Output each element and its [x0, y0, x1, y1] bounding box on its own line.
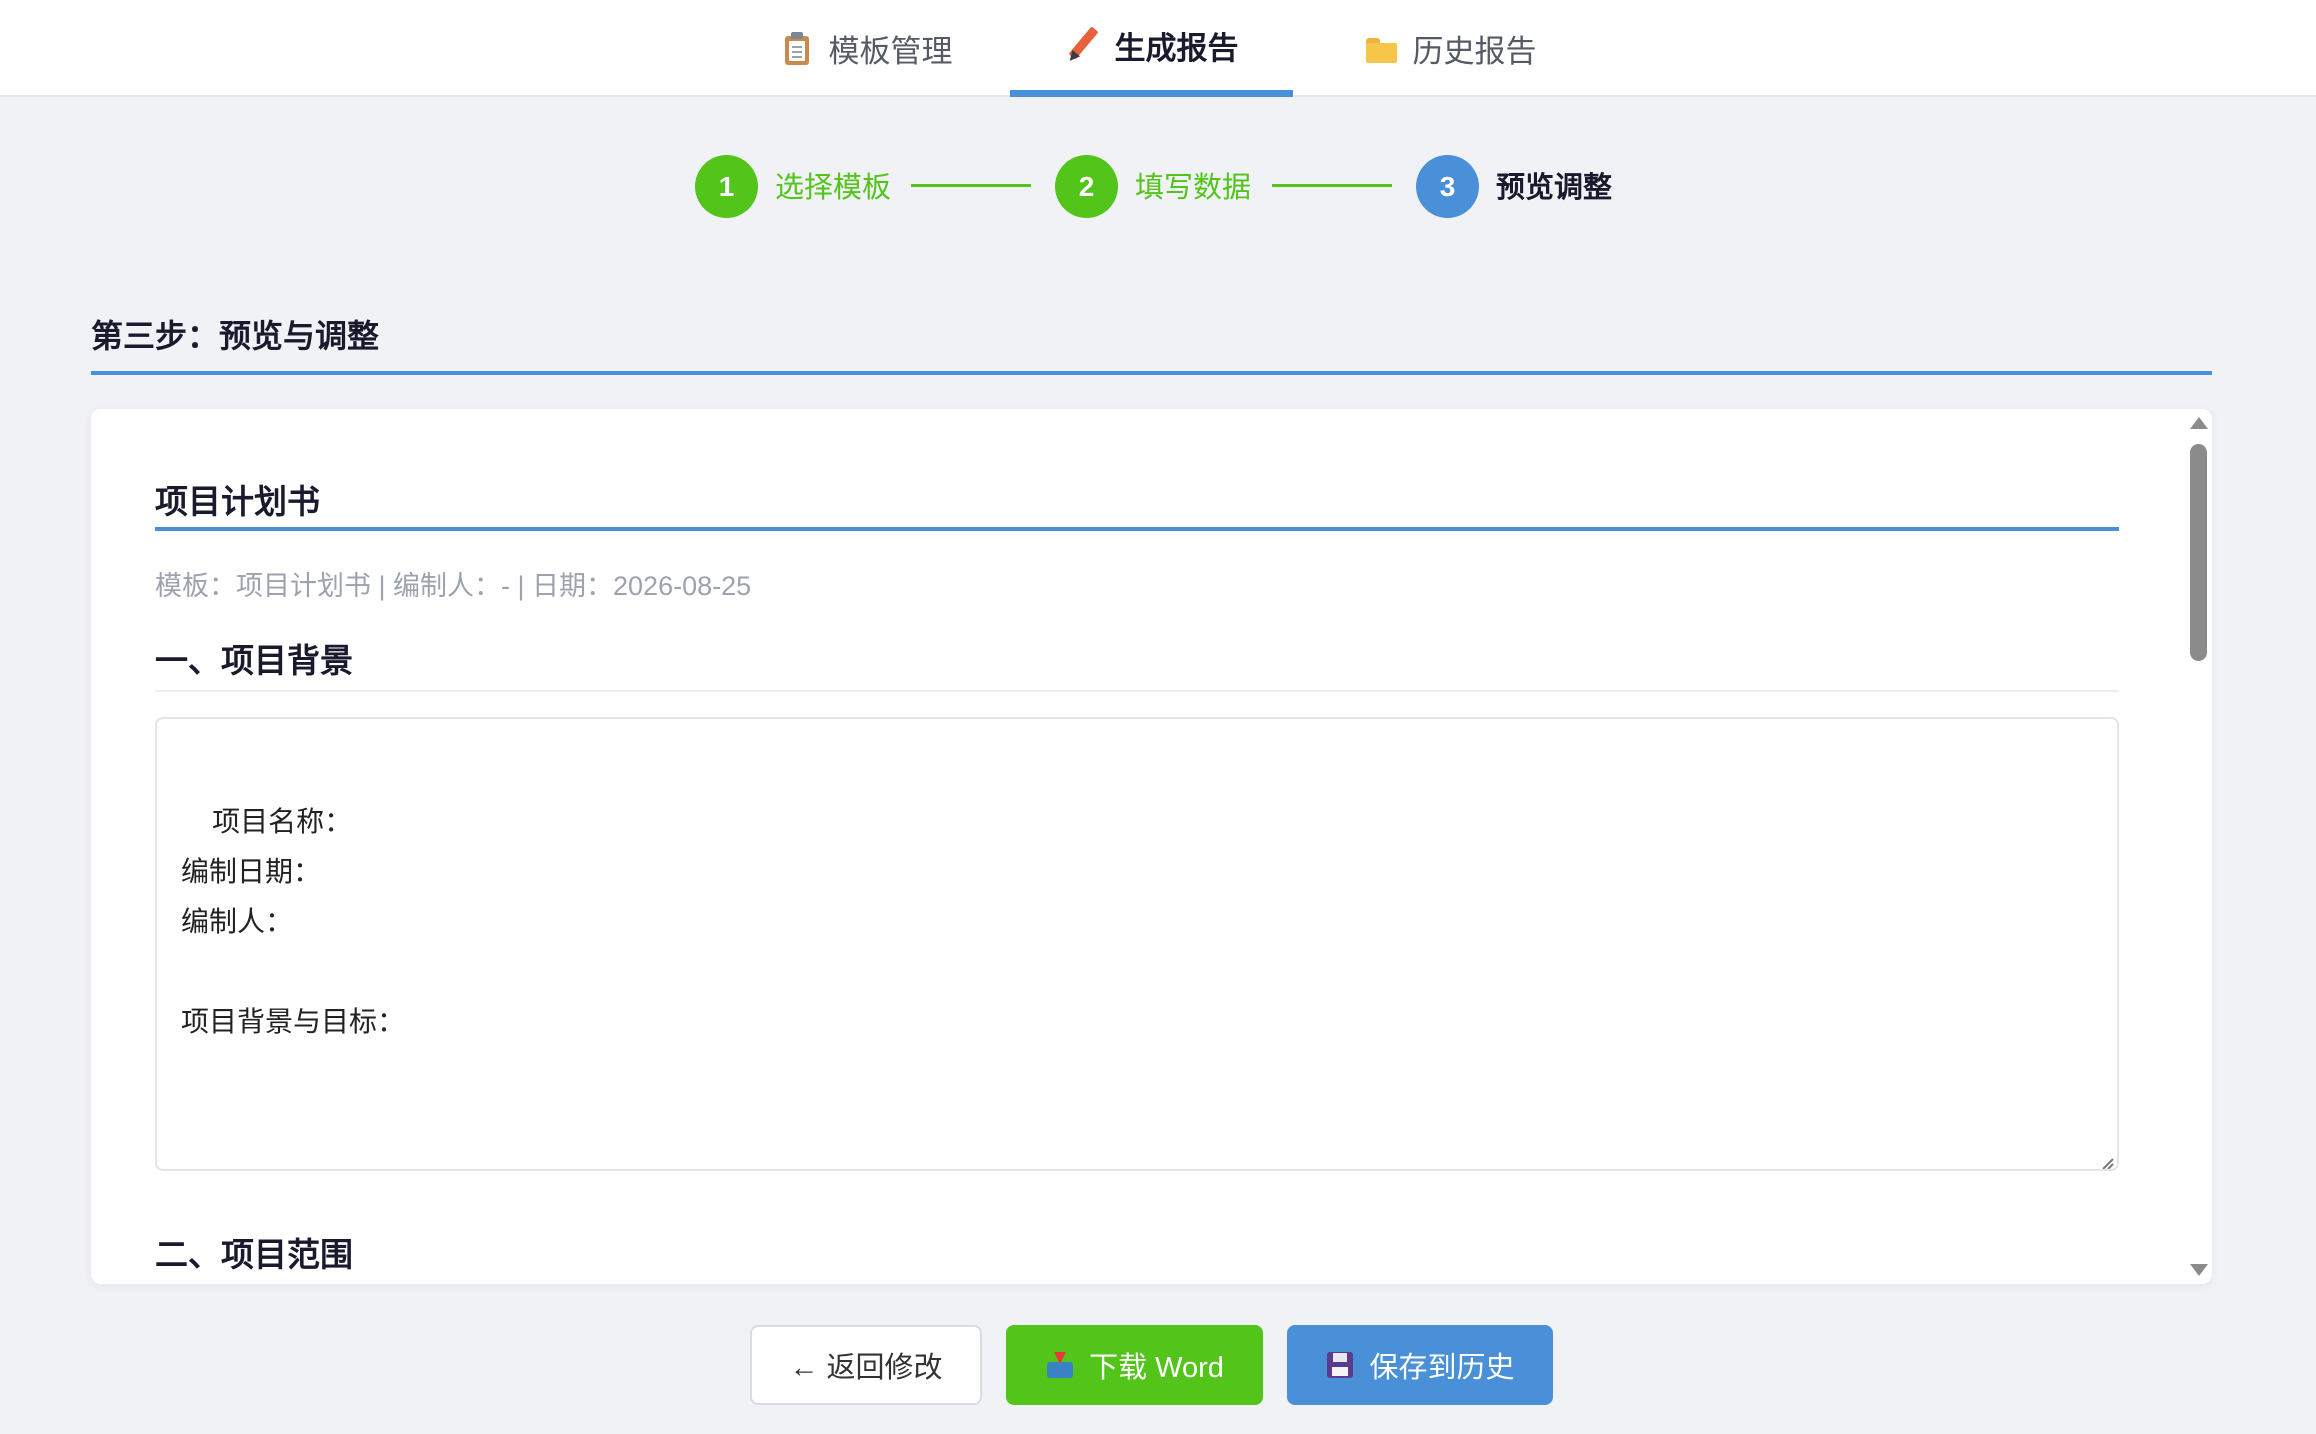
editor-text: 项目名称： 编制日期： 编制人： 项目背景与目标： [181, 806, 406, 1037]
step-3-label: 预览调整 [1496, 172, 1613, 204]
document-title-divider [155, 527, 2119, 531]
scroll-up-arrow-icon[interactable] [2190, 417, 2208, 429]
save-to-history-button[interactable]: 保存到历史 [1287, 1325, 1553, 1405]
section-heading: 二、项目范围 [155, 1236, 353, 1273]
preview-panel: 项目计划书 模板：项目计划书 | 编制人：- | 日期：2026-08-25 一… [91, 409, 2212, 1284]
step-3-circle: 3 [1416, 155, 1479, 218]
step-connector [1272, 184, 1392, 187]
step-2-label: 填写数据 [1135, 172, 1252, 204]
clipboard-icon [779, 31, 815, 67]
tab-history-reports[interactable]: 历史报告 [1334, 0, 1565, 97]
folder-icon [1363, 31, 1399, 67]
floppy-disk-icon [1325, 1350, 1355, 1380]
tab-generate-report[interactable]: 生成报告 [1010, 0, 1293, 97]
top-navigation: 模板管理 生成报告 历史报告 [0, 0, 2316, 97]
scroll-down-arrow-icon[interactable] [2190, 1264, 2208, 1276]
scrollbar-thumb[interactable] [2190, 444, 2207, 661]
document-meta: 模板：项目计划书 | 编制人：- | 日期：2026-08-25 [155, 571, 752, 601]
tab-label: 生成报告 [1114, 30, 1239, 66]
tab-template-management[interactable]: 模板管理 [750, 0, 981, 97]
document-title: 项目计划书 [155, 483, 320, 520]
preview-scrollbar[interactable] [2184, 409, 2212, 1284]
title-divider [91, 371, 2212, 375]
button-label: ← 返回修改 [789, 1352, 943, 1384]
section-heading: 一、项目背景 [155, 642, 353, 679]
page-title: 第三步：预览与调整 [91, 318, 380, 354]
resize-handle[interactable] [2099, 1151, 2113, 1165]
tab-label: 历史报告 [1412, 34, 1537, 69]
step-1-circle: 1 [695, 155, 758, 218]
step-2-circle: 2 [1055, 155, 1118, 218]
tab-label: 模板管理 [828, 34, 953, 69]
button-label: 保存到历史 [1369, 1352, 1515, 1384]
button-label: 下载 Word [1089, 1352, 1224, 1384]
back-to-edit-button[interactable]: ← 返回修改 [750, 1325, 982, 1405]
pencil-icon [1065, 27, 1101, 63]
download-icon [1045, 1350, 1075, 1380]
section-content-editor[interactable]: 项目名称： 编制日期： 编制人： 项目背景与目标： [155, 717, 2119, 1171]
step-connector [911, 184, 1031, 187]
section-divider [155, 690, 2119, 692]
step-1-label: 选择模板 [775, 172, 892, 204]
download-word-button[interactable]: 下载 Word [1006, 1325, 1263, 1405]
